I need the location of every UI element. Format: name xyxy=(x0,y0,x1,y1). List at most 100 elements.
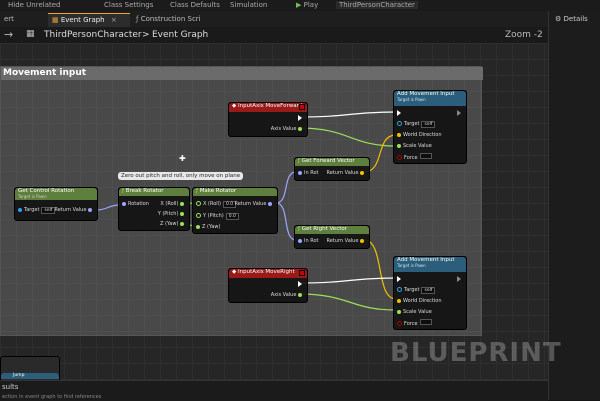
pin-return-value[interactable]: Return Value xyxy=(234,201,274,207)
pin-label: Y (Pitch) xyxy=(203,213,224,219)
node-header: ◆ InputAxis MoveForward xyxy=(229,103,307,112)
force-checkbox[interactable] xyxy=(419,153,432,159)
node-subtitle: Target is Pawn xyxy=(397,97,426,102)
pin-return-value[interactable]: Return Value xyxy=(54,207,94,213)
pin-label: Return Value xyxy=(326,238,359,244)
pin-exec-in[interactable] xyxy=(397,276,403,283)
node-header: ◆ InputAxis MoveRight xyxy=(229,269,307,278)
pin-target[interactable]: Target self xyxy=(397,121,436,128)
function-icon: ƒ xyxy=(298,226,300,232)
pin-world-direction[interactable]: World Direction xyxy=(397,132,442,138)
pin-z[interactable]: Z (Yaw) xyxy=(196,224,220,230)
event-icon: ◆ xyxy=(232,269,237,275)
function-icon: ƒ xyxy=(122,188,124,194)
node-header: ƒ Get Right Vector xyxy=(295,226,369,234)
pin-label: Force xyxy=(404,321,418,327)
pin-label: Z (Yaw) xyxy=(159,221,179,227)
pin-target[interactable]: Target self xyxy=(397,287,436,294)
node-comment-bubble: Zero out pitch and roll, only move on pl… xyxy=(118,172,244,180)
pin-label: X (Roll) xyxy=(203,201,222,207)
pin-force[interactable]: Force xyxy=(397,319,432,327)
pin-label: Scale Value xyxy=(403,143,432,149)
pin-target[interactable]: Target self xyxy=(18,207,56,214)
node-header: Add Movement Input Target is Pawn xyxy=(394,91,466,106)
pin-x[interactable]: X (Roll) 0.0 xyxy=(196,201,237,208)
function-icon: ƒ xyxy=(298,158,300,164)
pin-rotation[interactable]: Rotation xyxy=(122,201,149,207)
pin-label: Scale Value xyxy=(403,309,432,315)
node-break-rotator[interactable]: ƒ Break Rotator Rotation X (Roll) Y (Pit… xyxy=(118,187,190,231)
pin-exec-out[interactable] xyxy=(457,110,463,117)
pin-label: Return Value xyxy=(54,207,87,213)
node-title: Get Right Vector xyxy=(301,226,347,232)
cursor-icon: ✚ xyxy=(179,154,186,163)
node-title: Jump xyxy=(1,373,59,379)
node-subtitle: Target is Pawn xyxy=(18,194,47,199)
pin-in-rot[interactable]: In Rot xyxy=(298,238,319,244)
node-header: Add Movement Input Target is Pawn xyxy=(394,257,466,272)
node-partial-bottom[interactable]: Jump xyxy=(0,356,60,382)
pin-label: Target xyxy=(24,207,40,213)
pin-z[interactable]: Z (Yaw) xyxy=(160,221,186,227)
pin-label: Axis Value xyxy=(270,292,297,298)
pin-axis-value[interactable]: Axis Value xyxy=(271,126,304,132)
pin-label: Force xyxy=(404,155,418,161)
pin-world-direction[interactable]: World Direction xyxy=(397,298,442,304)
pin-label: World Direction xyxy=(403,132,442,138)
y-field[interactable]: 0.0 xyxy=(225,213,239,220)
node-header: ƒ Get Forward Vector xyxy=(295,158,369,166)
delegate-pin-icon xyxy=(299,270,305,276)
pin-label: Target xyxy=(404,287,420,293)
function-icon: ƒ xyxy=(196,188,198,194)
pin-exec-out[interactable] xyxy=(298,115,304,122)
node-inputaxis-moveright[interactable]: ◆ InputAxis MoveRight Axis Value xyxy=(228,268,308,303)
pin-scale-value[interactable]: Scale Value xyxy=(397,143,432,149)
node-get-control-rotation[interactable]: Get Control Rotation Target is Pawn Targ… xyxy=(14,187,98,221)
node-header: ƒ Break Rotator xyxy=(119,188,189,196)
node-get-right-vector[interactable]: ƒ Get Right Vector In Rot Return Value xyxy=(294,225,370,249)
node-inputaxis-moveforward[interactable]: ◆ InputAxis MoveForward Axis Value xyxy=(228,102,308,137)
pin-label: Z (Yaw) xyxy=(202,224,221,230)
pin-exec-out[interactable] xyxy=(457,276,463,283)
pin-label: World Direction xyxy=(403,298,442,304)
pin-label: X (Roll) xyxy=(160,201,179,207)
pin-x[interactable]: X (Roll) xyxy=(160,201,186,207)
pin-label: Axis Value xyxy=(270,126,297,132)
node-make-rotator[interactable]: ƒ Make Rotator X (Roll) 0.0 Y (Pitch) 0.0 … xyxy=(192,187,278,234)
blueprint-watermark: BLUEPRINT xyxy=(390,338,562,368)
pin-label: In Rot xyxy=(304,238,319,244)
node-title: Make Rotator xyxy=(199,188,237,194)
find-results-panel: sults ection in event graph to find refe… xyxy=(0,380,548,401)
pin-y[interactable]: Y (Pitch) 0.0 xyxy=(196,213,239,220)
pin-label: Return Value xyxy=(326,170,359,176)
pin-label: Target xyxy=(404,121,420,127)
node-title: InputAxis MoveRight xyxy=(237,269,295,275)
event-icon: ◆ xyxy=(232,103,237,109)
delegate-pin-icon xyxy=(299,104,305,110)
pin-return-value[interactable]: Return Value xyxy=(326,170,366,176)
pin-label: Y (Pitch) xyxy=(157,211,179,217)
results-tab[interactable]: sults xyxy=(2,383,18,391)
node-subtitle: Target is Pawn xyxy=(397,263,426,268)
pin-return-value[interactable]: Return Value xyxy=(326,238,366,244)
node-add-movement-input-right[interactable]: Add Movement Input Target is Pawn Target… xyxy=(393,256,467,330)
search-hint: ection in event graph to find references xyxy=(2,394,102,400)
node-title: Get Forward Vector xyxy=(301,158,355,164)
force-checkbox[interactable] xyxy=(419,319,432,325)
pin-y[interactable]: Y (Pitch) xyxy=(158,211,186,217)
pin-label: Rotation xyxy=(128,201,149,207)
pin-label: Return Value xyxy=(234,201,267,207)
pin-in-rot[interactable]: In Rot xyxy=(298,170,319,176)
node-add-movement-input-forward[interactable]: Add Movement Input Target is Pawn Target… xyxy=(393,90,467,164)
pin-scale-value[interactable]: Scale Value xyxy=(397,309,432,315)
self-field[interactable]: self xyxy=(421,287,436,294)
node-get-forward-vector[interactable]: ƒ Get Forward Vector In Rot Return Value xyxy=(294,157,370,181)
pin-exec-out[interactable] xyxy=(298,281,304,288)
pin-label: In Rot xyxy=(304,170,319,176)
self-field[interactable]: self xyxy=(41,207,56,214)
pin-exec-in[interactable] xyxy=(397,110,403,117)
self-field[interactable]: self xyxy=(421,121,436,128)
pin-force[interactable]: Force xyxy=(397,153,432,161)
pin-axis-value[interactable]: Axis Value xyxy=(271,292,304,298)
node-title: InputAxis MoveForward xyxy=(237,103,303,109)
